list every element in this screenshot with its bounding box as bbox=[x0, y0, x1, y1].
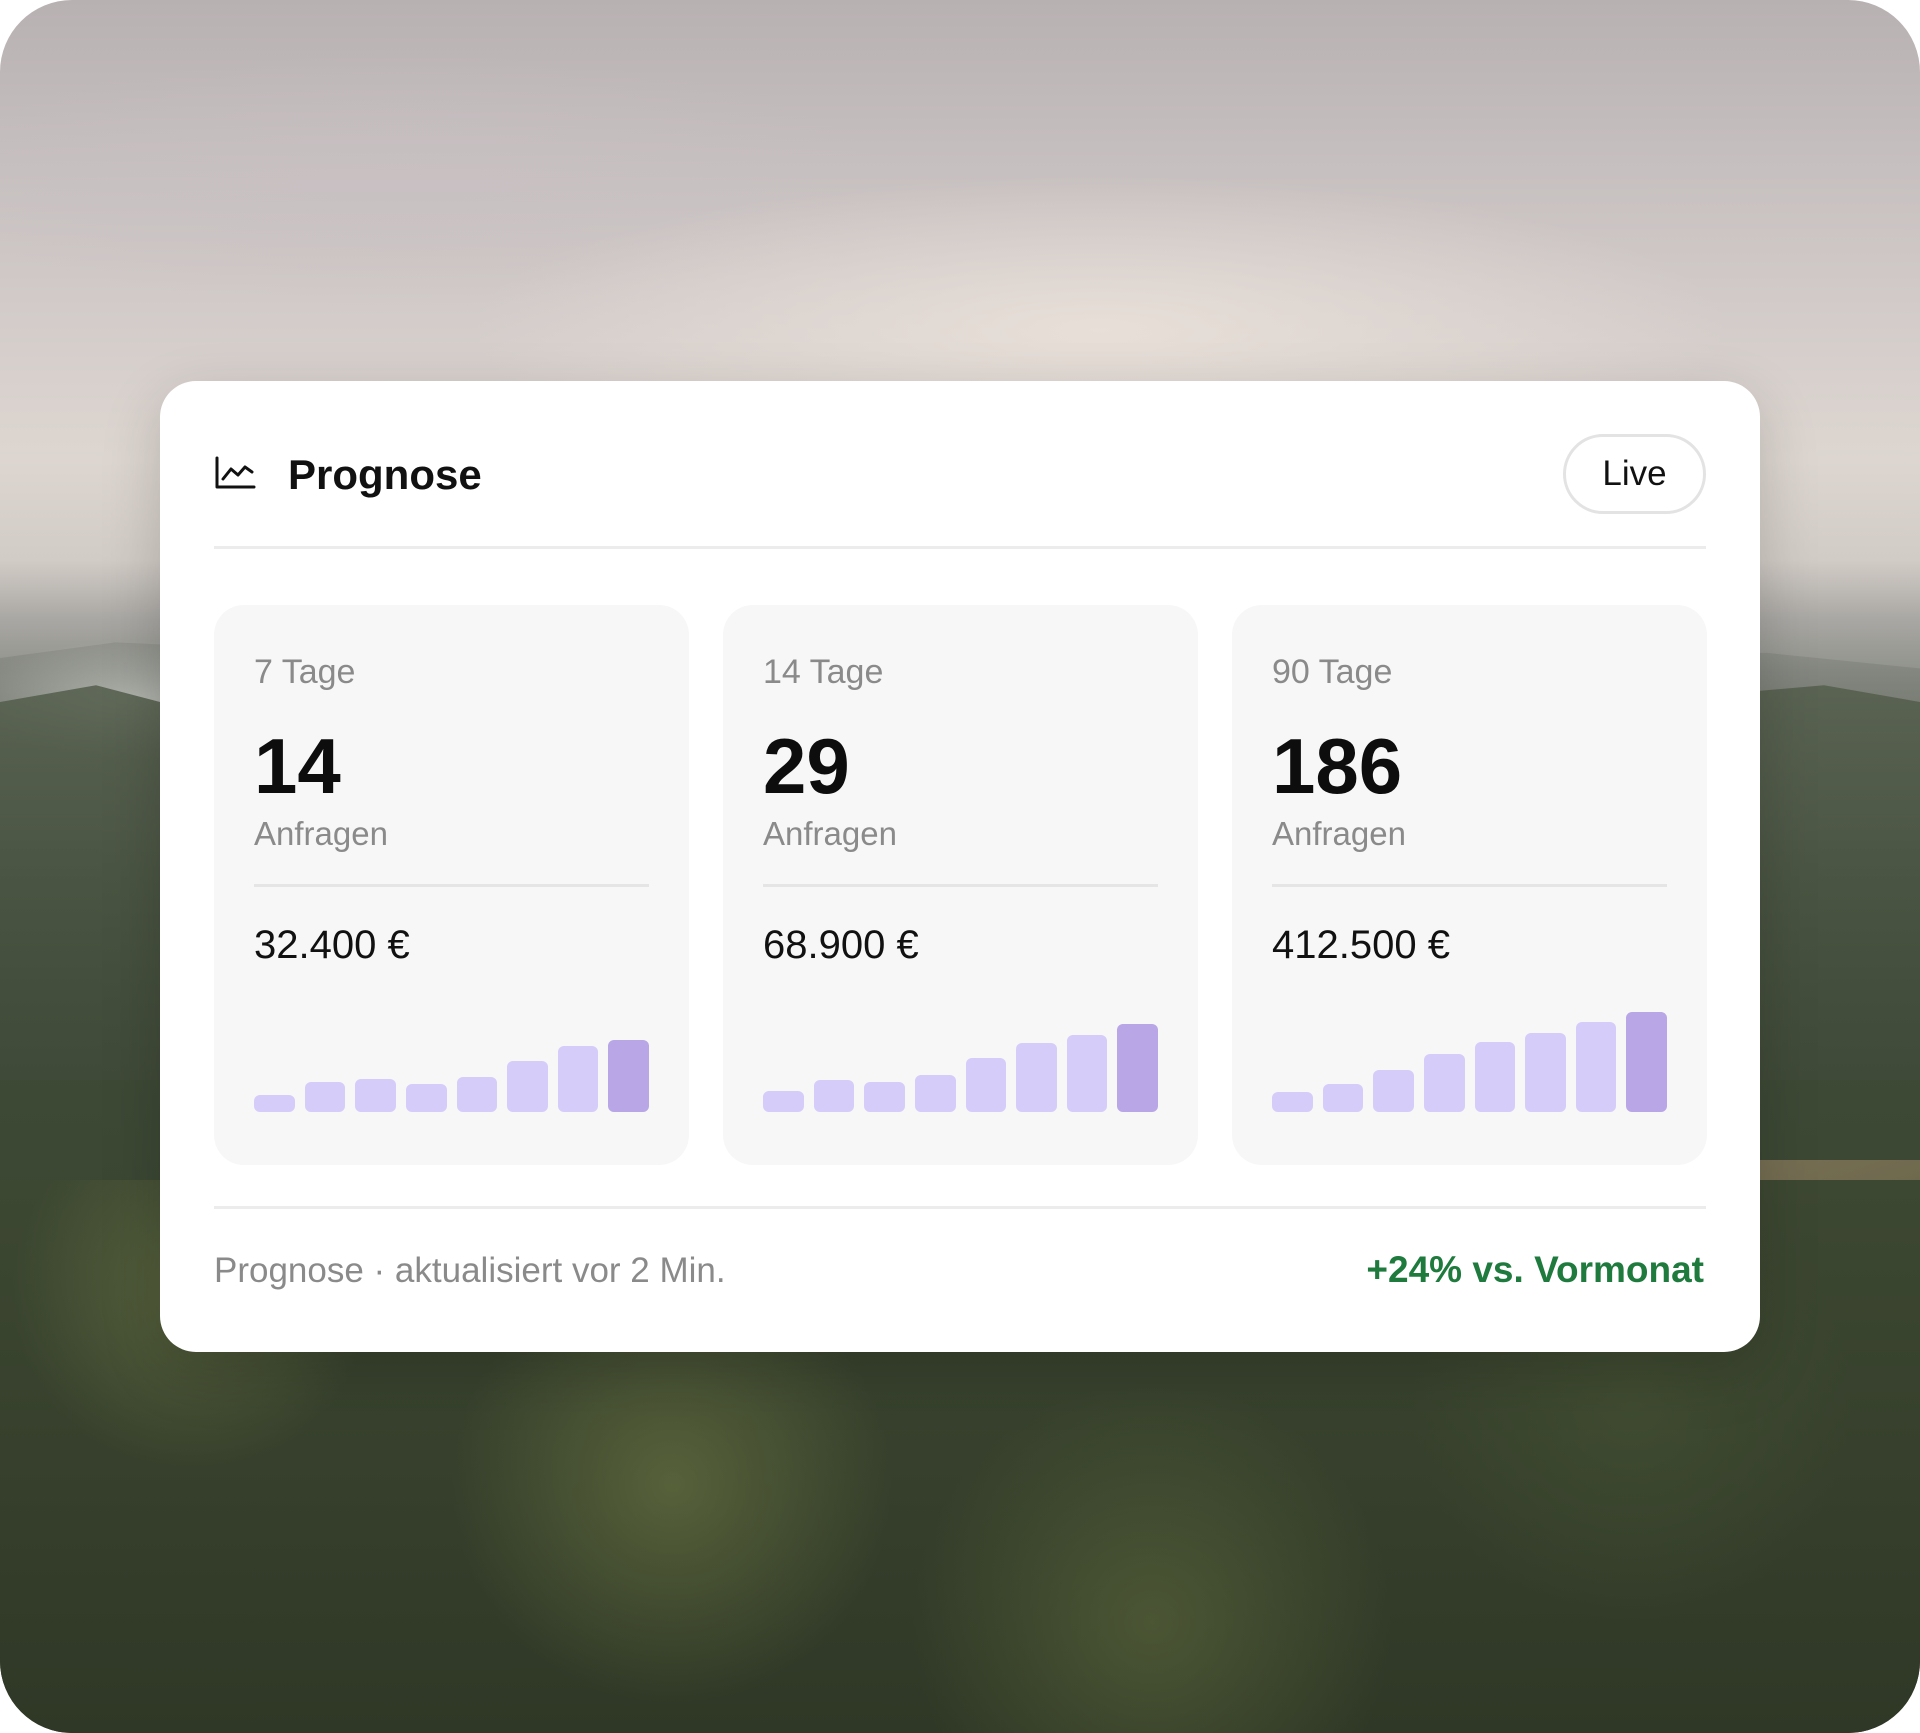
tile-count: 14 bbox=[254, 722, 341, 810]
tile-divider bbox=[254, 884, 649, 887]
forecast-bar bbox=[405, 1084, 447, 1112]
line-chart-icon bbox=[215, 456, 256, 489]
forecast-bar bbox=[1626, 1012, 1667, 1112]
tile-divider bbox=[763, 884, 1158, 887]
forecast-bar bbox=[1474, 1042, 1516, 1112]
tile-count: 29 bbox=[763, 722, 850, 810]
forecast-bar bbox=[965, 1058, 1007, 1112]
card-header: Prognose Live bbox=[214, 381, 1706, 549]
tile-unit: Anfragen bbox=[763, 815, 897, 852]
tile-bar-chart bbox=[1272, 1002, 1667, 1112]
forecast-bar bbox=[1272, 1092, 1313, 1112]
forecast-bar bbox=[1525, 1033, 1566, 1112]
forecast-bar bbox=[864, 1082, 905, 1112]
forecast-bar bbox=[1117, 1024, 1158, 1112]
tile-period: 7 Tage bbox=[254, 653, 356, 691]
forecast-bar bbox=[557, 1046, 599, 1112]
footer-divider bbox=[214, 1206, 1706, 1209]
forecast-card: Prognose Live 7 Tage 14 Anfragen 32.400 … bbox=[160, 381, 1760, 1352]
forecast-bar bbox=[813, 1080, 855, 1112]
tile-unit: Anfragen bbox=[1272, 815, 1406, 852]
tile-period: 90 Tage bbox=[1272, 653, 1393, 691]
forecast-bar bbox=[608, 1040, 649, 1112]
forecast-bar bbox=[914, 1075, 956, 1112]
live-badge[interactable]: Live bbox=[1563, 434, 1706, 514]
tile-amount: 32.400 € bbox=[254, 923, 410, 967]
update-status: Prognose · aktualisiert vor 2 Min. bbox=[214, 1251, 726, 1290]
forecast-tile-7-days: 7 Tage 14 Anfragen 32.400 € bbox=[214, 605, 689, 1165]
forecast-bar bbox=[763, 1091, 804, 1112]
forecast-bar bbox=[1423, 1054, 1465, 1112]
forecast-bar bbox=[1016, 1043, 1057, 1112]
tile-count: 186 bbox=[1272, 722, 1403, 810]
forecast-bar bbox=[304, 1082, 346, 1112]
forecast-tile-14-days: 14 Tage 29 Anfragen 68.900 € bbox=[723, 605, 1198, 1165]
tile-bar-chart bbox=[763, 1002, 1158, 1112]
card-title: Prognose bbox=[288, 451, 482, 498]
forecast-bar bbox=[1322, 1084, 1364, 1112]
tile-amount: 68.900 € bbox=[763, 923, 919, 967]
tile-amount: 412.500 € bbox=[1272, 923, 1450, 967]
trend-indicator: +24% vs. Vormonat bbox=[1366, 1249, 1704, 1290]
forecast-bar bbox=[1575, 1022, 1617, 1112]
tile-bar-chart bbox=[254, 1002, 649, 1112]
forecast-bar bbox=[1373, 1070, 1414, 1112]
tile-unit: Anfragen bbox=[254, 815, 388, 852]
forecast-bar bbox=[254, 1095, 295, 1112]
tile-period: 14 Tage bbox=[763, 653, 884, 691]
forecast-bar bbox=[507, 1061, 548, 1112]
forecast-bar bbox=[355, 1079, 396, 1112]
tile-divider bbox=[1272, 884, 1667, 887]
forecast-tile-90-days: 90 Tage 186 Anfragen 412.500 € bbox=[1232, 605, 1707, 1165]
forecast-bar bbox=[1066, 1035, 1108, 1112]
forecast-bar bbox=[456, 1077, 498, 1112]
